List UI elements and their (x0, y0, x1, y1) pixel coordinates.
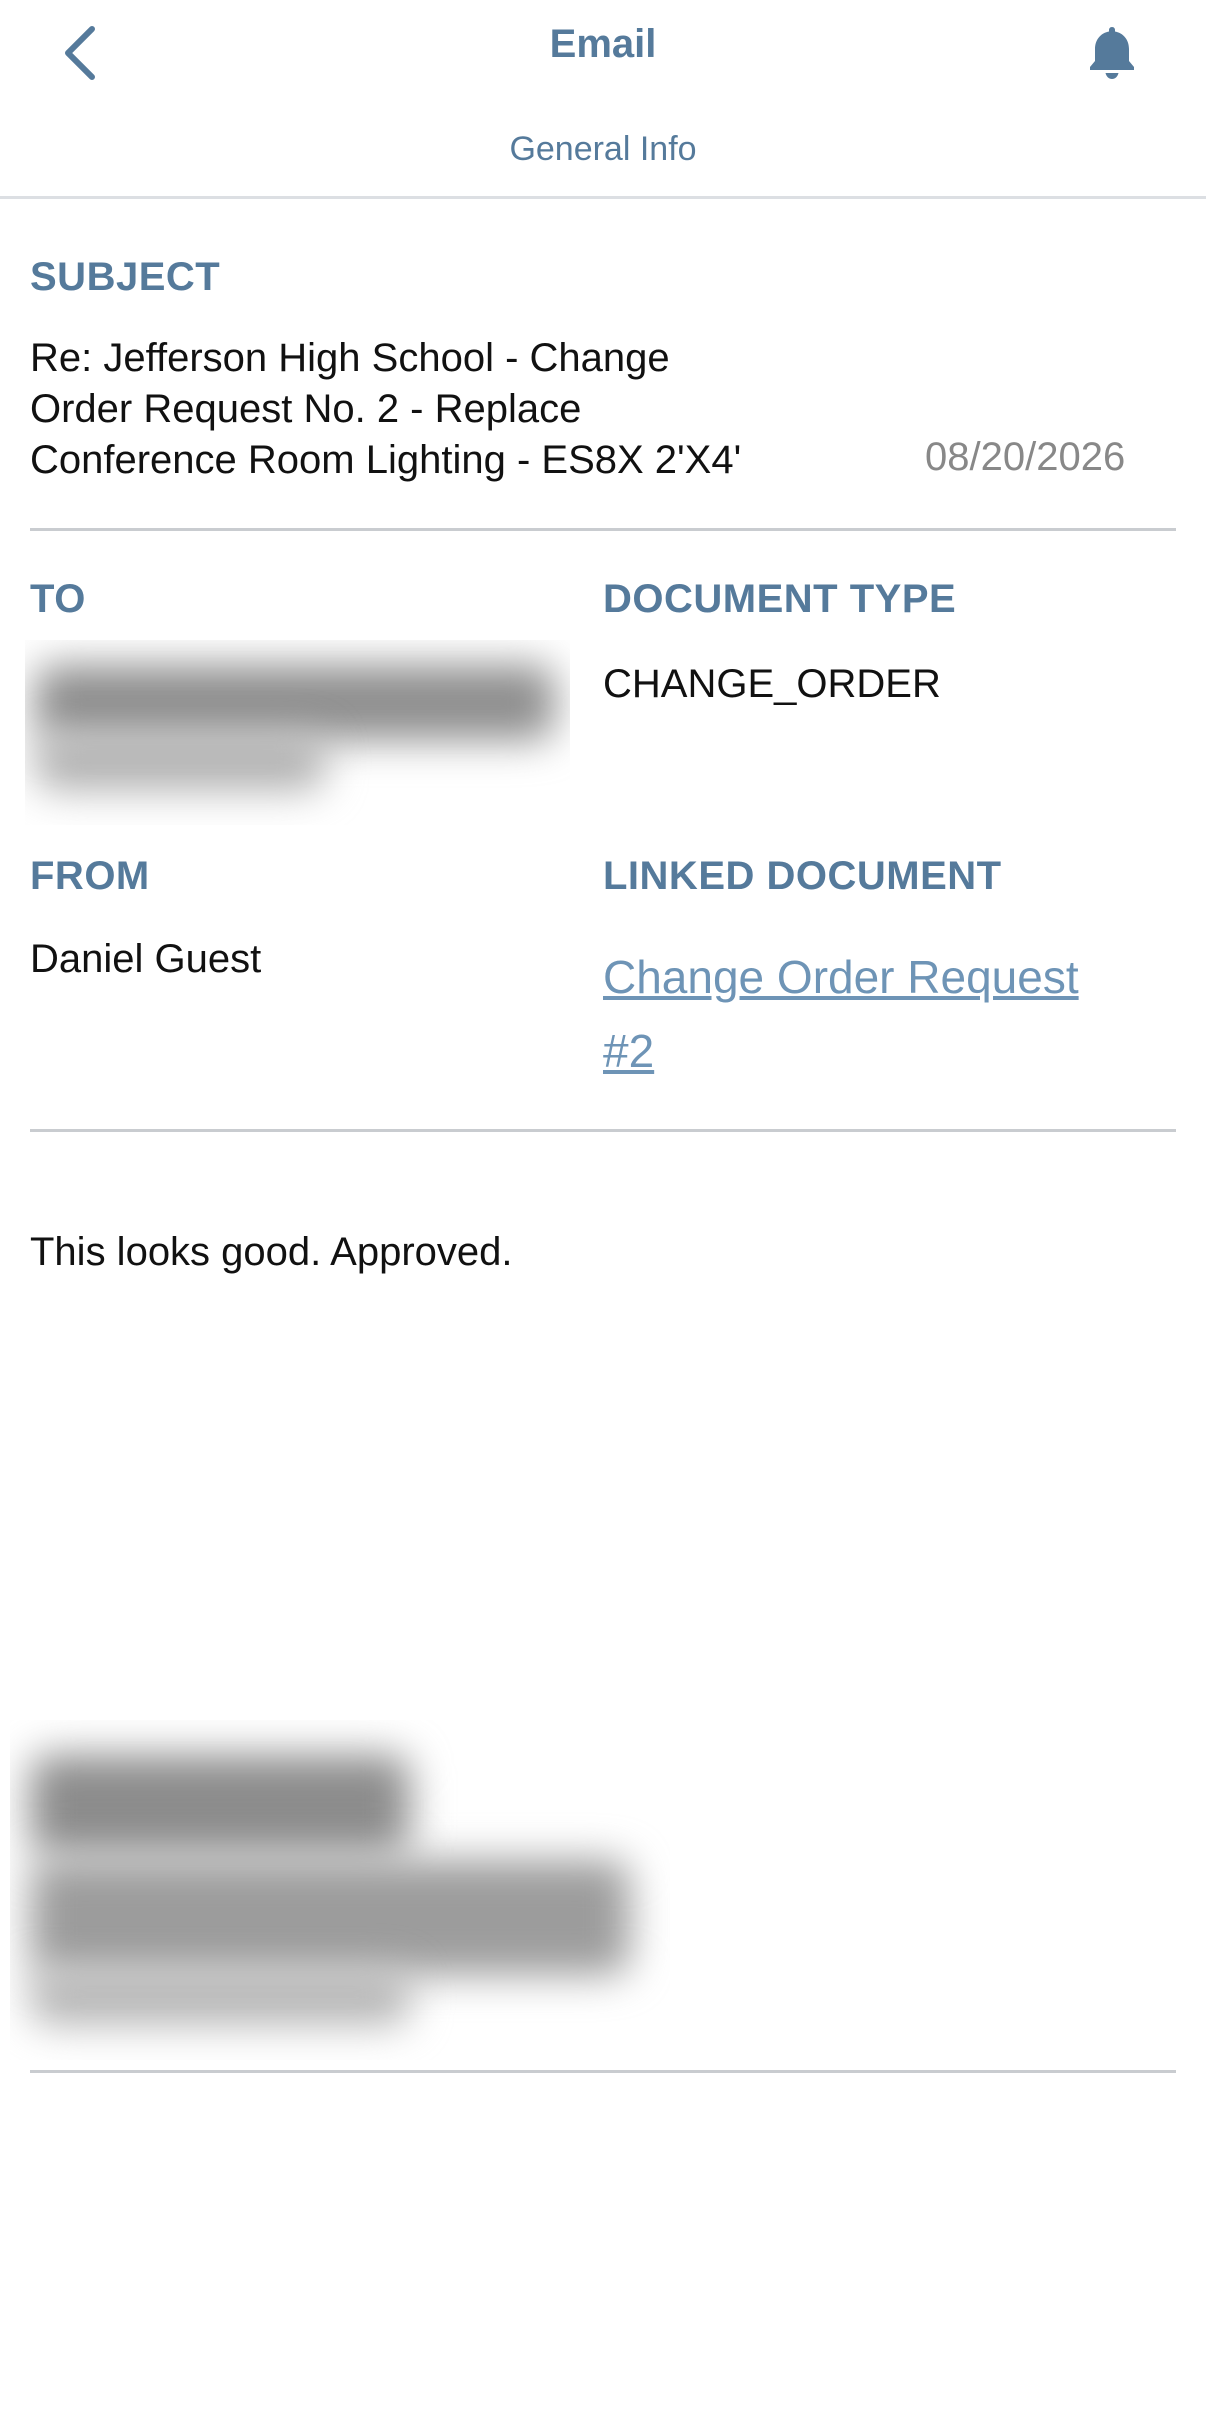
bell-icon (1090, 27, 1134, 79)
link-line: Change Order Request (603, 951, 1079, 1003)
linked-document-link[interactable]: Change Order Request #2 (603, 940, 1163, 1088)
linked-document-label: LINKED DOCUMENT (603, 854, 1002, 898)
subject-label: SUBJECT (30, 255, 221, 299)
from-value: Daniel Guest (30, 937, 262, 981)
link-line: #2 (603, 1025, 655, 1077)
redacted-signature (10, 1720, 670, 2060)
redacted-recipients (25, 640, 570, 825)
app-header: Email General Info (0, 0, 1206, 199)
tab-general-info[interactable]: General Info (0, 130, 1206, 169)
notifications-button[interactable] (1072, 12, 1152, 92)
page-title: Email (549, 22, 657, 66)
document-type-value: CHANGE_ORDER (603, 662, 941, 706)
subject-line: Re: Jefferson High School - Change (30, 336, 670, 380)
email-date: 08/20/2026 (925, 435, 1126, 479)
divider (30, 1129, 1176, 1132)
to-label: TO (30, 577, 86, 621)
subject-line: Order Request No. 2 - Replace (30, 387, 582, 431)
message-body: This looks good. Approved. (30, 1230, 513, 1274)
divider (30, 2070, 1176, 2073)
subject-value: Re: Jefferson High School - Change Order… (30, 333, 830, 486)
divider (30, 528, 1176, 531)
document-type-label: DOCUMENT TYPE (603, 577, 957, 621)
from-label: FROM (30, 854, 150, 898)
subject-line: Conference Room Lighting - ES8X 2'X4' (30, 438, 742, 482)
